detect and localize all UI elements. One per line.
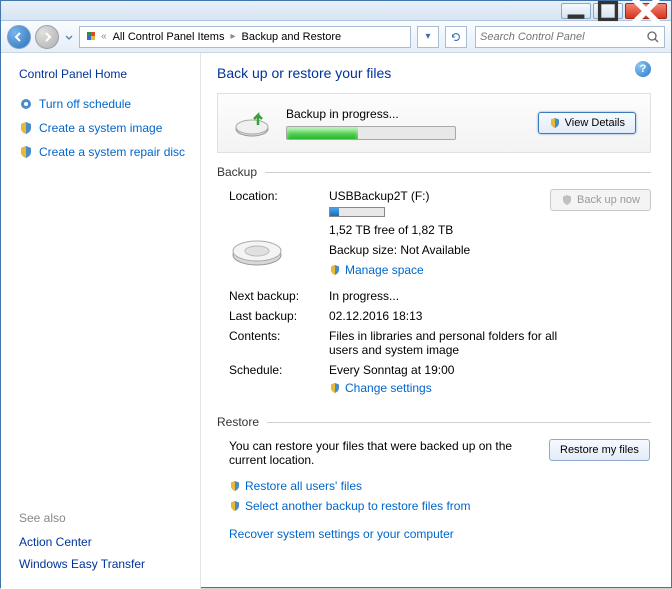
link-label: Select another backup to restore files f… — [245, 499, 470, 513]
manage-space-link[interactable]: Manage space — [329, 263, 424, 277]
shield-icon — [229, 480, 241, 492]
help-icon[interactable]: ? — [635, 61, 651, 77]
recover-system-link[interactable]: Recover system settings or your computer — [229, 527, 651, 541]
shield-icon — [19, 145, 33, 159]
forward-button[interactable] — [35, 25, 59, 49]
schedule-value: Every Sonntag at 19:00 — [329, 363, 651, 377]
progress-bar — [286, 126, 456, 140]
location-label: Location: — [229, 189, 329, 203]
breadcrumb-control-panel[interactable]: All Control Panel Items — [110, 29, 228, 45]
next-backup-label: Next backup: — [229, 289, 329, 303]
minimize-button[interactable] — [561, 3, 591, 19]
shield-icon — [229, 500, 241, 512]
contents-value: Files in libraries and personal folders … — [329, 329, 579, 357]
see-also-header: See also — [19, 511, 190, 525]
main-panel: ? Back up or restore your files Backup i… — [201, 53, 671, 589]
navigation-bar: « All Control Panel Items ▸ Backup and R… — [1, 21, 671, 53]
change-settings-link[interactable]: Change settings — [329, 381, 432, 395]
maximize-button[interactable] — [593, 3, 623, 19]
shield-icon — [329, 382, 341, 394]
sidebar: Control Panel Home Turn off schedule Cre… — [1, 53, 201, 589]
button-label: View Details — [565, 117, 625, 129]
content-area: Control Panel Home Turn off schedule Cre… — [1, 53, 671, 589]
backup-progress-box: Backup in progress... View Details — [217, 93, 651, 153]
restore-section-header: Restore — [217, 415, 651, 429]
breadcrumb-backup-restore[interactable]: Backup and Restore — [238, 29, 344, 45]
sidebar-item-label: Create a system repair disc — [39, 145, 185, 159]
back-button[interactable] — [7, 25, 31, 49]
restore-all-users-link[interactable]: Restore all users' files — [229, 479, 651, 493]
free-space-text: 1,52 TB free of 1,82 TB — [329, 223, 651, 237]
flag-icon — [84, 30, 98, 44]
link-label: Manage space — [345, 263, 424, 277]
restore-my-files-button[interactable]: Restore my files — [549, 439, 650, 461]
page-title: Back up or restore your files — [217, 65, 651, 81]
button-label: Restore my files — [560, 444, 639, 456]
breadcrumb-chevron-icon: ▸ — [230, 31, 235, 42]
shield-icon — [561, 194, 573, 206]
restore-description: You can restore your files that were bac… — [229, 439, 529, 467]
search-box[interactable] — [475, 26, 665, 48]
disk-usage-bar — [329, 207, 385, 217]
create-repair-disc-link[interactable]: Create a system repair disc — [19, 145, 190, 159]
select-another-backup-link[interactable]: Select another backup to restore files f… — [229, 499, 651, 513]
control-panel-window: « All Control Panel Items ▸ Backup and R… — [0, 0, 672, 588]
nav-dropdown-icon[interactable] — [63, 28, 75, 46]
titlebar — [1, 1, 671, 21]
sidebar-item-label: Turn off schedule — [39, 97, 131, 111]
sidebar-item-label: Create a system image — [39, 121, 162, 135]
progress-status-text: Backup in progress... — [286, 107, 524, 121]
breadcrumb-chevron-icon: « — [101, 31, 107, 42]
shield-icon — [19, 121, 33, 135]
backup-section-header: Backup — [217, 165, 651, 179]
search-input[interactable] — [480, 31, 646, 43]
gear-icon — [19, 97, 33, 111]
link-label: Restore all users' files — [245, 479, 362, 493]
contents-label: Contents: — [229, 329, 329, 343]
schedule-label: Schedule: — [229, 363, 329, 377]
hard-disk-icon — [229, 227, 285, 267]
button-label: Back up now — [577, 194, 640, 206]
backup-size-text: Backup size: Not Available — [329, 243, 651, 257]
easy-transfer-link[interactable]: Windows Easy Transfer — [19, 557, 190, 571]
shield-icon — [329, 264, 341, 276]
control-panel-home-link[interactable]: Control Panel Home — [19, 67, 190, 81]
refresh-button[interactable] — [445, 26, 467, 48]
disk-arrow-icon — [232, 107, 272, 139]
shield-icon — [549, 117, 561, 129]
turn-off-schedule-link[interactable]: Turn off schedule — [19, 97, 190, 111]
back-up-now-button[interactable]: Back up now — [550, 189, 651, 211]
link-label: Change settings — [345, 381, 432, 395]
last-backup-value: 02.12.2016 18:13 — [329, 309, 651, 323]
last-backup-label: Last backup: — [229, 309, 329, 323]
close-button[interactable] — [625, 3, 667, 19]
breadcrumb[interactable]: « All Control Panel Items ▸ Backup and R… — [79, 26, 411, 48]
view-details-button[interactable]: View Details — [538, 112, 636, 134]
create-system-image-link[interactable]: Create a system image — [19, 121, 190, 135]
next-backup-value: In progress... — [329, 289, 651, 303]
breadcrumb-dropdown[interactable]: ▾ — [417, 26, 439, 48]
search-icon — [646, 30, 660, 44]
action-center-link[interactable]: Action Center — [19, 535, 190, 549]
location-value: USBBackup2T (F:) — [329, 189, 531, 203]
